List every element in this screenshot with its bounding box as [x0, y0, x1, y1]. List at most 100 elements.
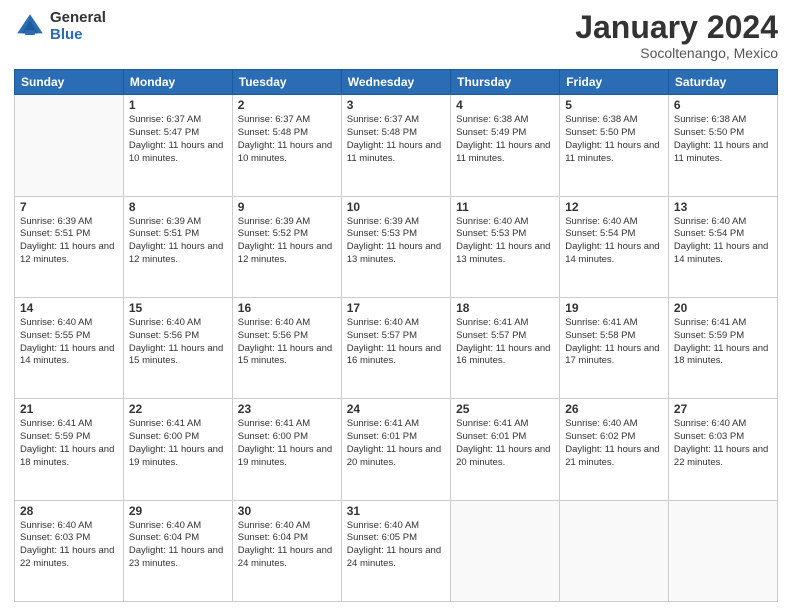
calendar-week-row: 21 Sunrise: 6:41 AM Sunset: 5:59 PM Dayli…: [15, 399, 778, 500]
header-sunday: Sunday: [15, 70, 124, 95]
table-row: 27 Sunrise: 6:40 AM Sunset: 6:03 PM Dayli…: [668, 399, 777, 500]
header-monday: Monday: [123, 70, 232, 95]
table-row: 20Sunrise: 6:41 AM Sunset: 5:59 PM Dayli…: [668, 297, 777, 398]
day-number: 2: [238, 98, 336, 112]
day-info: Sunrise: 6:38 AM Sunset: 5:49 PM Dayligh…: [456, 114, 554, 165]
logo-icon: [14, 11, 46, 43]
table-row: [15, 95, 124, 196]
day-number: 13: [674, 200, 772, 214]
calendar-week-row: 7 Sunrise: 6:39 AM Sunset: 5:51 PM Daylig…: [15, 196, 778, 297]
day-number: 9: [238, 200, 336, 214]
day-info: Sunrise: 6:41 AM Sunset: 6:00 PM Dayligh…: [238, 418, 336, 469]
day-number: 6: [674, 98, 772, 112]
day-info: Sunrise: 6:41 AM Sunset: 5:58 PM Dayligh…: [565, 317, 663, 368]
day-info: Sunrise: 6:40 AM Sunset: 5:56 PM Dayligh…: [238, 317, 336, 368]
day-info: Sunrise: 6:39 AM Sunset: 5:53 PM Dayligh…: [347, 216, 445, 267]
day-number: 8: [129, 200, 227, 214]
table-row: 9 Sunrise: 6:39 AM Sunset: 5:52 PM Daylig…: [232, 196, 341, 297]
table-row: 30 Sunrise: 6:40 AM Sunset: 6:04 PM Dayli…: [232, 500, 341, 601]
calendar-week-row: 14 Sunrise: 6:40 AM Sunset: 5:55 PM Dayli…: [15, 297, 778, 398]
day-info: Sunrise: 6:41 AM Sunset: 6:00 PM Dayligh…: [129, 418, 227, 469]
table-row: 31 Sunrise: 6:40 AM Sunset: 6:05 PM Dayli…: [341, 500, 450, 601]
main-title: January 2024: [575, 10, 778, 45]
page-container: General Blue January 2024 Socoltenango, …: [0, 0, 792, 612]
table-row: 6 Sunrise: 6:38 AM Sunset: 5:50 PM Daylig…: [668, 95, 777, 196]
calendar-table: Sunday Monday Tuesday Wednesday Thursday…: [14, 69, 778, 602]
table-row: 29 Sunrise: 6:40 AM Sunset: 6:04 PM Dayli…: [123, 500, 232, 601]
day-number: 21: [20, 402, 118, 416]
day-number: 24: [347, 402, 445, 416]
day-number: 19: [565, 301, 663, 315]
calendar-week-row: 1 Sunrise: 6:37 AM Sunset: 5:47 PM Daylig…: [15, 95, 778, 196]
day-info: Sunrise: 6:40 AM Sunset: 5:55 PM Dayligh…: [20, 317, 118, 368]
day-number: 3: [347, 98, 445, 112]
table-row: 5Sunrise: 6:38 AM Sunset: 5:50 PM Daylig…: [560, 95, 669, 196]
day-info: Sunrise: 6:39 AM Sunset: 5:51 PM Dayligh…: [20, 216, 118, 267]
day-number: 15: [129, 301, 227, 315]
day-info: Sunrise: 6:41 AM Sunset: 5:57 PM Dayligh…: [456, 317, 554, 368]
header-tuesday: Tuesday: [232, 70, 341, 95]
table-row: 19 Sunrise: 6:41 AM Sunset: 5:58 PM Dayli…: [560, 297, 669, 398]
day-info: Sunrise: 6:40 AM Sunset: 6:03 PM Dayligh…: [674, 418, 772, 469]
day-info: Sunrise: 6:39 AM Sunset: 5:51 PM Dayligh…: [129, 216, 227, 267]
day-info: Sunrise: 6:40 AM Sunset: 5:57 PM Dayligh…: [347, 317, 445, 368]
day-info: Sunrise: 6:40 AM Sunset: 6:04 PM Dayligh…: [238, 520, 336, 571]
day-info: Sunrise: 6:41 AM Sunset: 6:01 PM Dayligh…: [347, 418, 445, 469]
table-row: 15Sunrise: 6:40 AM Sunset: 5:56 PM Dayli…: [123, 297, 232, 398]
day-info: Sunrise: 6:41 AM Sunset: 5:59 PM Dayligh…: [674, 317, 772, 368]
table-row: 21 Sunrise: 6:41 AM Sunset: 5:59 PM Dayli…: [15, 399, 124, 500]
table-row: 14 Sunrise: 6:40 AM Sunset: 5:55 PM Dayli…: [15, 297, 124, 398]
table-row: 22 Sunrise: 6:41 AM Sunset: 6:00 PM Dayli…: [123, 399, 232, 500]
calendar-week-row: 28Sunrise: 6:40 AM Sunset: 6:03 PM Dayli…: [15, 500, 778, 601]
header-friday: Friday: [560, 70, 669, 95]
day-info: Sunrise: 6:40 AM Sunset: 6:02 PM Dayligh…: [565, 418, 663, 469]
table-row: 1 Sunrise: 6:37 AM Sunset: 5:47 PM Daylig…: [123, 95, 232, 196]
day-info: Sunrise: 6:40 AM Sunset: 5:54 PM Dayligh…: [674, 216, 772, 267]
day-number: 4: [456, 98, 554, 112]
day-info: Sunrise: 6:40 AM Sunset: 6:05 PM Dayligh…: [347, 520, 445, 571]
day-number: 31: [347, 504, 445, 518]
table-row: 2 Sunrise: 6:37 AM Sunset: 5:48 PM Daylig…: [232, 95, 341, 196]
day-number: 1: [129, 98, 227, 112]
table-row: 4 Sunrise: 6:38 AM Sunset: 5:49 PM Daylig…: [451, 95, 560, 196]
day-number: 30: [238, 504, 336, 518]
day-number: 22: [129, 402, 227, 416]
day-info: Sunrise: 6:40 AM Sunset: 6:04 PM Dayligh…: [129, 520, 227, 571]
table-row: [560, 500, 669, 601]
logo: General Blue: [14, 10, 106, 43]
table-row: 26Sunrise: 6:40 AM Sunset: 6:02 PM Dayli…: [560, 399, 669, 500]
day-info: Sunrise: 6:37 AM Sunset: 5:48 PM Dayligh…: [238, 114, 336, 165]
day-info: Sunrise: 6:37 AM Sunset: 5:48 PM Dayligh…: [347, 114, 445, 165]
day-info: Sunrise: 6:40 AM Sunset: 5:53 PM Dayligh…: [456, 216, 554, 267]
day-number: 27: [674, 402, 772, 416]
header-wednesday: Wednesday: [341, 70, 450, 95]
day-info: Sunrise: 6:40 AM Sunset: 6:03 PM Dayligh…: [20, 520, 118, 571]
logo-general-text: General: [50, 10, 106, 27]
header: General Blue January 2024 Socoltenango, …: [14, 10, 778, 61]
header-saturday: Saturday: [668, 70, 777, 95]
table-row: 28Sunrise: 6:40 AM Sunset: 6:03 PM Dayli…: [15, 500, 124, 601]
day-number: 23: [238, 402, 336, 416]
table-row: [668, 500, 777, 601]
day-number: 29: [129, 504, 227, 518]
table-row: 24 Sunrise: 6:41 AM Sunset: 6:01 PM Dayli…: [341, 399, 450, 500]
header-thursday: Thursday: [451, 70, 560, 95]
day-info: Sunrise: 6:41 AM Sunset: 5:59 PM Dayligh…: [20, 418, 118, 469]
table-row: 25Sunrise: 6:41 AM Sunset: 6:01 PM Dayli…: [451, 399, 560, 500]
day-number: 11: [456, 200, 554, 214]
day-number: 7: [20, 200, 118, 214]
logo-blue-text: Blue: [50, 27, 106, 44]
table-row: 13 Sunrise: 6:40 AM Sunset: 5:54 PM Dayli…: [668, 196, 777, 297]
day-info: Sunrise: 6:41 AM Sunset: 6:01 PM Dayligh…: [456, 418, 554, 469]
table-row: 8 Sunrise: 6:39 AM Sunset: 5:51 PM Daylig…: [123, 196, 232, 297]
day-info: Sunrise: 6:38 AM Sunset: 5:50 PM Dayligh…: [674, 114, 772, 165]
table-row: 12Sunrise: 6:40 AM Sunset: 5:54 PM Dayli…: [560, 196, 669, 297]
title-area: January 2024 Socoltenango, Mexico: [575, 10, 778, 61]
day-number: 5: [565, 98, 663, 112]
day-number: 14: [20, 301, 118, 315]
day-info: Sunrise: 6:37 AM Sunset: 5:47 PM Dayligh…: [129, 114, 227, 165]
day-info: Sunrise: 6:39 AM Sunset: 5:52 PM Dayligh…: [238, 216, 336, 267]
day-info: Sunrise: 6:40 AM Sunset: 5:54 PM Dayligh…: [565, 216, 663, 267]
day-number: 16: [238, 301, 336, 315]
day-number: 18: [456, 301, 554, 315]
